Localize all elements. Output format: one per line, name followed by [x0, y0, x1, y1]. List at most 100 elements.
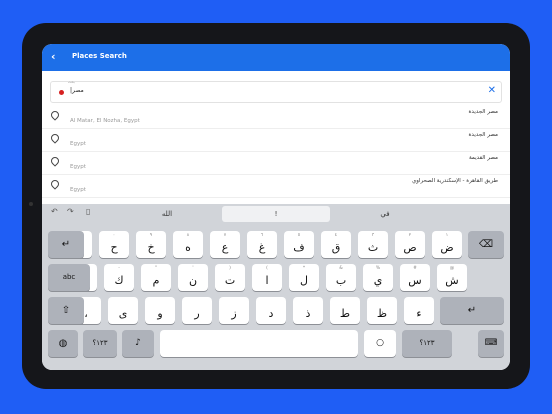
- letter-key[interactable]: و: [145, 297, 175, 324]
- result-name: طريق القاهرة - الإسكندرية الصحراوي: [411, 178, 498, 184]
- result-subtitle: Egypt: [70, 164, 86, 170]
- numbers-left-key[interactable]: ١٢٣؟: [83, 330, 117, 357]
- letter-key[interactable]: ط: [330, 297, 360, 324]
- key-label: ن: [188, 274, 198, 287]
- key-label: ك: [114, 274, 124, 287]
- results-list: مصر الجديدة Al Matar, El Nozha, Egypt مص…: [42, 106, 510, 198]
- key-label: ق: [331, 241, 341, 254]
- dismiss-keyboard-icon[interactable]: ⌨: [478, 330, 504, 357]
- key-hint: ٥: [297, 233, 301, 238]
- letter-key[interactable]: ٨ه: [173, 231, 203, 258]
- key-hint: ٦: [260, 233, 264, 238]
- undo-icon[interactable]: ↶: [51, 207, 58, 216]
- list-item[interactable]: مصر الجديدة Egypt: [42, 129, 510, 152]
- key-label: د: [268, 307, 274, 320]
- shift-left-key[interactable]: ⇧: [48, 297, 84, 324]
- letter-key[interactable]: ء: [404, 297, 434, 324]
- clear-icon[interactable]: ✕: [488, 85, 496, 96]
- key-label: ع: [221, 241, 229, 254]
- key-hint: %: [375, 266, 381, 271]
- app-screen: ‹ Places Search بحث مصر| ✕ مصر الجديدة A…: [42, 44, 510, 370]
- letter-key[interactable]: # س: [400, 264, 430, 291]
- letter-key[interactable]: ١ض: [432, 231, 462, 258]
- letter-key[interactable]: ظ: [367, 297, 397, 324]
- letter-key[interactable]: ز: [219, 297, 249, 324]
- suggestion-item[interactable]: الله: [117, 206, 217, 222]
- letter-key[interactable]: % ي: [363, 264, 393, 291]
- search-input[interactable]: مصر|: [70, 87, 84, 94]
- diacritic-key[interactable]: ○: [364, 330, 396, 357]
- search-field[interactable]: بحث مصر| ✕: [50, 80, 502, 103]
- letter-key[interactable]: & ب: [326, 264, 356, 291]
- key-label: ب: [335, 274, 347, 287]
- letter-key[interactable]: ) ت: [215, 264, 245, 291]
- location-dot-icon: [59, 90, 64, 95]
- letter-key[interactable]: -ك: [104, 264, 134, 291]
- search-label: بحث: [68, 80, 75, 84]
- numbers-right-key[interactable]: ١٢٣؟: [402, 330, 452, 357]
- key-label: ض: [440, 241, 454, 254]
- key-label: و: [157, 307, 163, 320]
- page-title: Places Search: [72, 52, 127, 60]
- letter-key[interactable]: د: [256, 297, 286, 324]
- letter-key[interactable]: ٣ث: [358, 231, 388, 258]
- abc-key[interactable]: abc: [48, 264, 90, 291]
- key-label: س: [408, 274, 422, 287]
- list-item[interactable]: طريق القاهرة - الإسكندرية الصحراوي Egypt: [42, 175, 510, 198]
- letter-key[interactable]: ذ: [293, 297, 323, 324]
- diacritic-label: ○: [376, 338, 384, 348]
- letter-key[interactable]: ٤ق: [321, 231, 351, 258]
- key-label: ف: [293, 241, 305, 254]
- letter-key[interactable]: * ل: [289, 264, 319, 291]
- letter-key[interactable]: ' ن: [178, 264, 208, 291]
- suggestion-item[interactable]: !: [222, 206, 330, 222]
- app-bar: ‹ Places Search: [42, 44, 510, 71]
- key-label: م: [152, 274, 160, 287]
- key-label: ط: [339, 307, 351, 320]
- return-left-key[interactable]: ↵: [48, 231, 84, 258]
- key-hint: ٠: [112, 233, 116, 238]
- key-hint: ٩: [149, 233, 153, 238]
- letter-key[interactable]: ر: [182, 297, 212, 324]
- back-icon[interactable]: ‹: [51, 50, 56, 63]
- space-bar[interactable]: [160, 330, 358, 357]
- paste-icon[interactable]: ▯: [86, 207, 90, 216]
- suggestion-bar: ↶ ↷ ▯ الله ! في: [42, 204, 510, 225]
- letter-key[interactable]: ٢ص: [395, 231, 425, 258]
- result-name: مصر الجديدة: [468, 132, 498, 138]
- letter-key[interactable]: " م: [141, 264, 171, 291]
- key-hint: ٢: [408, 233, 412, 238]
- key-label: ى: [118, 307, 128, 320]
- key-label: ر: [194, 307, 200, 320]
- letter-key[interactable]: ى: [108, 297, 138, 324]
- suggestion-item[interactable]: في: [335, 206, 435, 222]
- letter-key[interactable]: ٩خ: [136, 231, 166, 258]
- key-hint: ٤: [334, 233, 338, 238]
- key-label: ل: [300, 274, 308, 287]
- key-hint: -: [118, 266, 120, 271]
- key-hint: (: [266, 266, 268, 271]
- letter-key[interactable]: @ ش: [437, 264, 467, 291]
- list-item[interactable]: مصر الجديدة Al Matar, El Nozha, Egypt: [42, 106, 510, 129]
- key-label: ص: [403, 241, 417, 254]
- key-hint: ': [192, 266, 194, 271]
- letter-key[interactable]: ٦غ: [247, 231, 277, 258]
- letter-key[interactable]: ٥ف: [284, 231, 314, 258]
- return-key[interactable]: ↵: [440, 297, 504, 324]
- result-name: مصر الجديدة: [468, 109, 498, 115]
- pin-icon: [49, 155, 61, 167]
- redo-icon[interactable]: ↷: [67, 207, 74, 216]
- key-label: ا: [265, 274, 269, 287]
- key-label: ش: [445, 274, 459, 287]
- microphone-icon[interactable]: ♪: [122, 330, 154, 357]
- camera-dot: [29, 202, 33, 206]
- letter-key[interactable]: (ا: [252, 264, 282, 291]
- key-label: ت: [224, 274, 236, 287]
- delete-key[interactable]: ⌫: [468, 231, 504, 258]
- key-label: ز: [231, 307, 237, 320]
- result-subtitle: Egypt: [70, 141, 86, 147]
- list-item[interactable]: مصر القديمة Egypt: [42, 152, 510, 175]
- letter-key[interactable]: ٧ع: [210, 231, 240, 258]
- letter-key[interactable]: ٠ح: [99, 231, 129, 258]
- globe-icon[interactable]: ◍: [48, 330, 78, 357]
